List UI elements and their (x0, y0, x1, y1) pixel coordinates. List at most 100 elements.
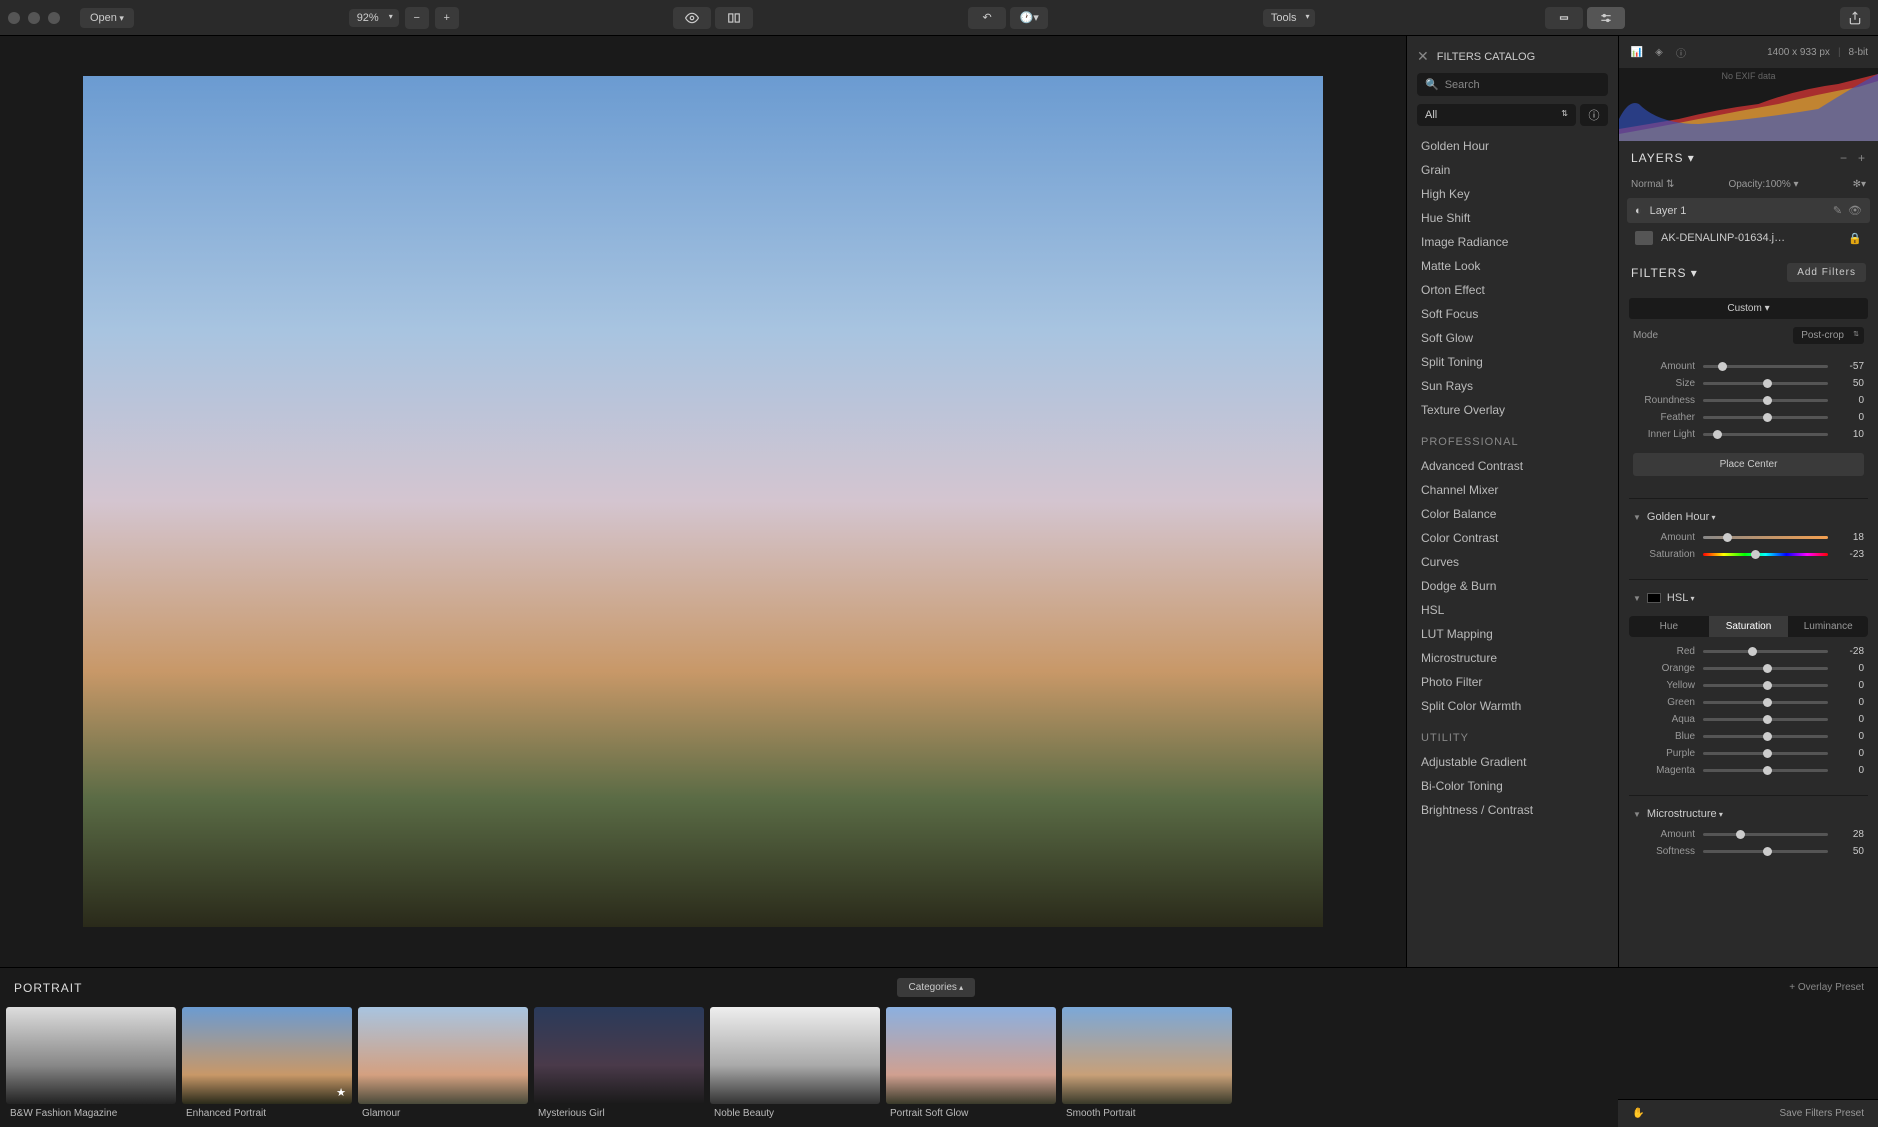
layer-settings-icon[interactable]: ✻▾ (1853, 179, 1866, 190)
hsl-group[interactable]: ▼ HSL (1619, 584, 1878, 610)
close-window[interactable] (8, 12, 20, 24)
maximize-window[interactable] (48, 12, 60, 24)
brush-icon[interactable]: ✎ (1833, 204, 1842, 217)
preset-select[interactable]: Custom ▾ (1629, 298, 1868, 319)
filter-item[interactable]: Brightness / Contrast (1411, 798, 1614, 822)
preset-item[interactable]: Enhanced Portrait★ (182, 1007, 352, 1119)
filter-item[interactable]: Color Contrast (1411, 526, 1614, 550)
micro-softness-slider[interactable] (1703, 850, 1828, 853)
layer-mask-icon[interactable]: ◐ (1635, 205, 1642, 217)
hsl-purple-slider[interactable] (1703, 752, 1828, 755)
crop-tool[interactable] (1545, 7, 1583, 29)
zoom-in-button[interactable]: + (435, 7, 459, 29)
micro-amount-slider[interactable] (1703, 833, 1828, 836)
layer-item[interactable]: ◐ Layer 1 ✎ 👁 (1627, 198, 1870, 223)
filter-item[interactable]: Matte Look (1411, 254, 1614, 278)
filter-item[interactable]: Grain (1411, 158, 1614, 182)
hsl-magenta-slider[interactable] (1703, 769, 1828, 772)
categories-button[interactable]: Categories (897, 978, 976, 997)
opacity-value[interactable]: 100% (1765, 179, 1791, 190)
hsl-blue-slider[interactable] (1703, 735, 1828, 738)
favorite-icon[interactable]: ★ (336, 1086, 346, 1099)
filter-item[interactable]: Image Radiance (1411, 230, 1614, 254)
filter-item[interactable]: Soft Glow (1411, 326, 1614, 350)
filter-item[interactable]: Advanced Contrast (1411, 454, 1614, 478)
filters-title[interactable]: FILTERS ▾ (1631, 266, 1698, 280)
filter-item[interactable]: Dodge & Burn (1411, 574, 1614, 598)
hsl-tab-hue[interactable]: Hue (1629, 616, 1709, 637)
close-catalog-button[interactable]: ✕ (1417, 48, 1429, 65)
gh-saturation-slider[interactable] (1703, 553, 1828, 556)
export-button[interactable] (1840, 7, 1870, 29)
preset-item[interactable]: Glamour (358, 1007, 528, 1119)
filter-item[interactable]: Channel Mixer (1411, 478, 1614, 502)
inner-light-slider[interactable] (1703, 433, 1828, 436)
zoom-select[interactable]: 92% (349, 9, 399, 27)
filter-item[interactable]: Hue Shift (1411, 206, 1614, 230)
filter-item[interactable]: LUT Mapping (1411, 622, 1614, 646)
feather-slider[interactable] (1703, 416, 1828, 419)
amount-slider[interactable] (1703, 365, 1828, 368)
hsl-orange-slider[interactable] (1703, 667, 1828, 670)
filter-item[interactable]: Photo Filter (1411, 670, 1614, 694)
filter-item[interactable]: Adjustable Gradient (1411, 750, 1614, 774)
roundness-slider[interactable] (1703, 399, 1828, 402)
histogram[interactable]: No EXIF data (1619, 69, 1878, 141)
layers-title[interactable]: LAYERS ▾ (1631, 151, 1695, 165)
mode-select[interactable]: Post-crop (1793, 327, 1864, 344)
hsl-green-slider[interactable] (1703, 701, 1828, 704)
filter-item[interactable]: Bi-Color Toning (1411, 774, 1614, 798)
collapse-layers-button[interactable]: − (1840, 151, 1848, 165)
golden-hour-group[interactable]: ▼ Golden Hour (1619, 503, 1878, 529)
place-center-button[interactable]: Place Center (1633, 453, 1864, 476)
open-button[interactable]: Open (80, 8, 134, 28)
hsl-yellow-slider[interactable] (1703, 684, 1828, 687)
history-button[interactable]: 🕐▾ (1010, 7, 1048, 29)
overlay-preset-button[interactable]: + Overlay Preset (1789, 982, 1864, 993)
filter-item[interactable]: HSL (1411, 598, 1614, 622)
filter-item[interactable]: Soft Focus (1411, 302, 1614, 326)
filter-item[interactable]: Orton Effect (1411, 278, 1614, 302)
add-layer-button[interactable]: + (1858, 151, 1866, 165)
filter-item[interactable]: Split Toning (1411, 350, 1614, 374)
layer-item-base[interactable]: AK-DENALINP-01634.j… 🔒 (1627, 225, 1870, 251)
preset-item[interactable]: Mysterious Girl (534, 1007, 704, 1119)
filter-item[interactable]: Split Color Warmth (1411, 694, 1614, 718)
compare-toggle[interactable] (715, 7, 753, 29)
gh-amount-slider[interactable] (1703, 536, 1828, 539)
canvas-area[interactable] (0, 36, 1406, 967)
zoom-out-button[interactable]: − (405, 7, 429, 29)
filter-item[interactable]: High Key (1411, 182, 1614, 206)
search-input[interactable]: 🔍 Search (1417, 73, 1608, 96)
add-filters-button[interactable]: Add Filters (1787, 263, 1866, 282)
filter-item[interactable]: Texture Overlay (1411, 398, 1614, 422)
minimize-window[interactable] (28, 12, 40, 24)
hsl-aqua-slider[interactable] (1703, 718, 1828, 721)
preset-item[interactable]: Noble Beauty (710, 1007, 880, 1119)
size-slider[interactable] (1703, 382, 1828, 385)
microstructure-group[interactable]: ▼ Microstructure (1619, 800, 1878, 826)
stack-icon[interactable]: ◈ (1651, 44, 1667, 60)
blend-mode-select[interactable]: Normal ⇅ (1631, 179, 1674, 190)
catalog-info-button[interactable]: ⓘ (1580, 104, 1608, 126)
save-preset-button[interactable]: Save Filters Preset (1780, 1108, 1864, 1119)
filter-item[interactable]: Sun Rays (1411, 374, 1614, 398)
image-canvas[interactable] (83, 76, 1323, 927)
filter-item[interactable]: Microstructure (1411, 646, 1614, 670)
preview-toggle[interactable] (673, 7, 711, 29)
histogram-icon[interactable]: 📊 (1629, 44, 1645, 60)
preset-item[interactable]: Portrait Soft Glow (886, 1007, 1056, 1119)
hsl-red-slider[interactable] (1703, 650, 1828, 653)
filters-panel-toggle[interactable] (1587, 7, 1625, 29)
filter-item[interactable]: Color Balance (1411, 502, 1614, 526)
preset-item[interactable]: Smooth Portrait (1062, 1007, 1232, 1119)
undo-button[interactable]: ↶ (968, 7, 1006, 29)
visibility-icon[interactable]: 👁 (1848, 204, 1862, 217)
info-icon[interactable]: ⓘ (1673, 44, 1689, 60)
color-swatch[interactable] (1647, 593, 1661, 603)
hsl-tab-saturation[interactable]: Saturation (1709, 616, 1789, 637)
catalog-filter-select[interactable]: All (1417, 104, 1576, 126)
tools-dropdown[interactable]: Tools (1263, 9, 1315, 27)
preset-item[interactable]: B&W Fashion Magazine (6, 1007, 176, 1119)
hsl-tab-luminance[interactable]: Luminance (1788, 616, 1868, 637)
